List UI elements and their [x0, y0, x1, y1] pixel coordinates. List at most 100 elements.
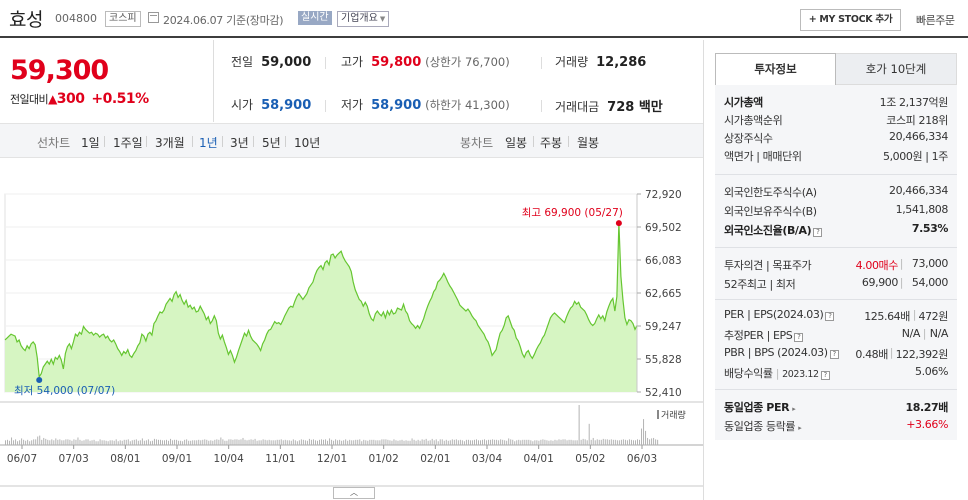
- dividend-value: 5.06%: [915, 365, 948, 378]
- help-icon[interactable]: ?: [829, 350, 839, 359]
- volume-bar: [103, 440, 105, 445]
- tab-1d[interactable]: 1일: [81, 134, 100, 151]
- per-eps-row: PER | EPS(2024.03)? 125.64배 | 472원: [724, 308, 948, 324]
- opinion-row: 투자의견 | 목표주가 4.00매수 | 73,000: [724, 257, 948, 273]
- volume-bar: [91, 440, 93, 445]
- tab-daily-candle[interactable]: 일봉: [505, 134, 527, 151]
- volume-bar: [510, 439, 512, 445]
- tab-3m[interactable]: 3개월: [155, 134, 185, 151]
- volume-bar: [516, 440, 518, 445]
- volume-bar: [389, 440, 391, 445]
- low-row: 저가 58,900 (하한가 41,300): [341, 96, 510, 116]
- volume-bar: [395, 440, 397, 445]
- tab-monthly-candle[interactable]: 월봉: [577, 134, 599, 151]
- low-label: 저가: [341, 98, 364, 112]
- help-icon[interactable]: ?: [820, 371, 830, 380]
- volume-bar: [532, 441, 534, 445]
- company-overview-dropdown[interactable]: 기업개요 ▼: [337, 11, 390, 27]
- my-stock-add-button[interactable]: + MY STOCK 추가: [800, 9, 901, 31]
- divider: [541, 57, 542, 69]
- x-tick-label: 04/01: [524, 453, 554, 465]
- chevron-right-icon: ▸: [792, 405, 796, 413]
- volume-bar: [534, 440, 536, 445]
- volume-bar: [47, 439, 49, 445]
- volume-bar: [230, 439, 232, 445]
- volume-bar: [477, 440, 479, 445]
- volume-bar: [141, 438, 143, 445]
- volume-bar: [461, 440, 463, 445]
- price-change: 전일대비▲300 +0.51%: [10, 91, 149, 107]
- volume-bar: [514, 441, 516, 445]
- volume-bar: [182, 441, 184, 445]
- volume-bar: [63, 440, 65, 445]
- x-tick-label: 06/03: [627, 453, 657, 465]
- tab-1w[interactable]: 1주일: [113, 134, 143, 151]
- market-cap-value: 1조 2,137억원: [879, 96, 949, 109]
- est-eps-value: N/A: [929, 327, 949, 340]
- volume-bar: [139, 440, 141, 445]
- quick-order-link[interactable]: 빠른주문: [916, 12, 955, 28]
- tab-10y[interactable]: 10년: [294, 134, 320, 151]
- chevron-up-icon: ︿: [350, 488, 358, 497]
- foreign-ratio-label-wrap: 외국인소진율(B/A)?: [724, 222, 823, 238]
- volume-bar: [298, 440, 300, 445]
- lower-limit: (하한가 41,300): [425, 98, 510, 112]
- sector-per-row: 동일업종 PER ▸ 18.27배: [724, 399, 948, 415]
- volume-bar: [331, 439, 333, 445]
- tab-1y[interactable]: 1년: [199, 134, 218, 151]
- volume-bar: [592, 437, 594, 445]
- volume-bar: [61, 440, 63, 445]
- volume-bar: [351, 440, 353, 445]
- tab-investment-info[interactable]: 투자정보: [715, 53, 836, 85]
- help-icon[interactable]: ?: [794, 333, 804, 342]
- volume-bar: [433, 440, 435, 445]
- x-tick-label: 06/07: [7, 453, 37, 465]
- opinion-value: 4.00매수: [855, 259, 899, 272]
- volume-bar: [119, 440, 121, 445]
- volume-bar: [411, 438, 413, 445]
- volume-bar: [186, 439, 188, 445]
- volume-bar: [520, 440, 522, 445]
- price-area-fill: [5, 223, 637, 392]
- volume-bar: [500, 439, 502, 445]
- volume-bar: [447, 440, 449, 445]
- volume-bar: [536, 440, 538, 445]
- divider: [715, 389, 957, 390]
- volume-bar: [224, 440, 226, 445]
- volume-bar: [262, 439, 264, 445]
- volume-bar: [107, 441, 109, 445]
- volume-bar: [540, 439, 542, 445]
- prev-close-row: 전일 59,000: [231, 53, 311, 73]
- volume-bar: [431, 438, 433, 445]
- volume-bar: [37, 436, 39, 445]
- help-icon[interactable]: ?: [813, 228, 823, 237]
- volume-bar: [113, 440, 115, 445]
- x-tick-label: 02/01: [420, 453, 450, 465]
- volume-bar: [294, 440, 296, 445]
- divider: |: [889, 346, 894, 359]
- chart-collapse-button[interactable]: ︿: [333, 487, 375, 499]
- tab-3y[interactable]: 3년: [230, 134, 249, 151]
- date-basis: 2024.06.07 기준(장마감): [163, 14, 284, 27]
- divider: |: [922, 327, 927, 340]
- volume-bar: [488, 439, 490, 445]
- realtime-button[interactable]: 실시간: [298, 11, 332, 25]
- tab-5y[interactable]: 5년: [262, 134, 281, 151]
- tab-order-book-10[interactable]: 호가 10단계: [836, 53, 957, 85]
- help-icon[interactable]: ?: [825, 312, 835, 321]
- dividend-label: 배당수익률: [724, 367, 773, 380]
- tab-weekly-candle[interactable]: 주봉: [540, 134, 562, 151]
- pbr-bps-label-wrap: PBR | BPS (2024.03)?: [724, 346, 839, 359]
- volume-bar: [419, 440, 421, 445]
- stock-name: 효성: [9, 9, 43, 31]
- volume-bar: [544, 439, 546, 445]
- volume-bar: [81, 440, 83, 445]
- volume-bar: [59, 439, 61, 445]
- current-price: 59,300: [10, 55, 109, 86]
- volume-bar: [604, 439, 606, 445]
- volume-bar: [508, 438, 510, 445]
- volume-bar: [403, 440, 405, 445]
- divider: [715, 299, 957, 300]
- par-unit-row: 액면가 | 매매단위 5,000원 | 1주: [724, 148, 948, 164]
- high-point-marker: [615, 220, 622, 227]
